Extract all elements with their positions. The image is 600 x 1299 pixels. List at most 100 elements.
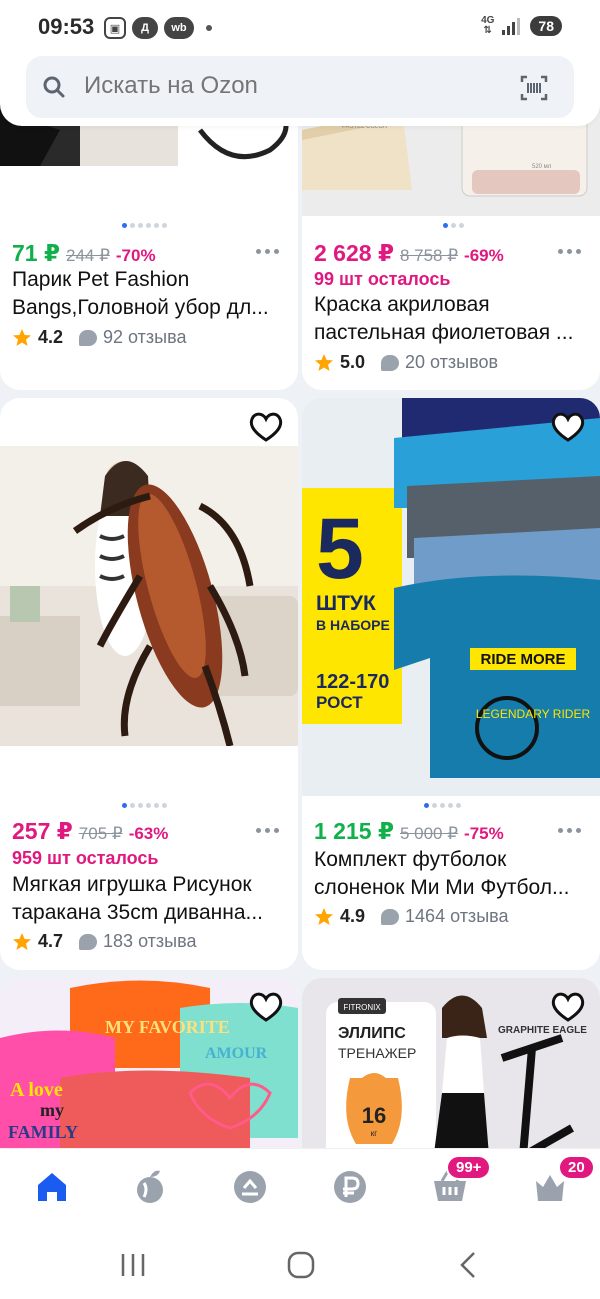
screenshot-icon: ▣ xyxy=(104,17,126,39)
stock-remaining: 959 шт осталось xyxy=(12,848,159,868)
stock-remaining: 99 шт осталось xyxy=(314,269,451,289)
more-options-icon[interactable] xyxy=(558,826,584,834)
more-options-icon[interactable] xyxy=(256,247,282,255)
wb-icon: wb xyxy=(164,17,194,39)
discount: -69% xyxy=(464,246,504,265)
kids-text-1: A love xyxy=(10,1079,63,1101)
rating-row: 5.0 20 отзывов xyxy=(314,352,498,373)
old-price: 8 758 ₽ xyxy=(399,246,459,265)
star-icon xyxy=(315,907,333,925)
price: 1 215 ₽ xyxy=(314,818,394,844)
kids-shirt3-text: MY FAVORITE xyxy=(105,1017,230,1037)
shirt-print: RIDE MORE xyxy=(480,651,565,668)
ellipse-subtitle: ТРЕНАЖЕР xyxy=(338,1045,416,1061)
system-navigation xyxy=(0,1232,600,1299)
star-icon xyxy=(13,932,31,950)
search-bar[interactable] xyxy=(26,56,574,118)
product-title: Комплект футболок слоненок Ми Ми Футбол.… xyxy=(314,848,570,899)
heart-icon[interactable] xyxy=(550,990,586,1024)
image-pager xyxy=(122,223,167,228)
more-options-icon[interactable] xyxy=(256,826,282,834)
discount: -63% xyxy=(128,824,169,843)
search-icon xyxy=(43,76,65,98)
reviews-icon xyxy=(381,354,400,371)
fresh-icon[interactable] xyxy=(130,1167,170,1207)
product-card[interactable]: 257 ₽ 705 ₽ -63% 959 шт осталось Мягкая … xyxy=(0,398,298,970)
favorites-icon[interactable] xyxy=(230,1167,270,1207)
banner-sizes-label: РОСТ xyxy=(316,693,363,712)
product-title: Краска акриловая пастельная фиолетовая .… xyxy=(314,293,574,344)
ellipse-model: GRAPHITE EAGLE xyxy=(498,1025,587,1036)
price-row: 257 ₽ 705 ₽ -63% xyxy=(12,818,168,845)
paint-volume: 520 мл xyxy=(532,164,552,170)
rating-row: 4.2 92 отзыва xyxy=(12,327,186,348)
notification-icons: ▣ Д wb xyxy=(104,17,212,39)
barcode-scan-icon[interactable] xyxy=(520,74,548,102)
finance-icon[interactable] xyxy=(330,1167,370,1207)
back-icon[interactable] xyxy=(455,1250,485,1280)
battery-indicator: 78 xyxy=(530,16,562,36)
status-bar: 09:53 ▣ Д wb 4G ⇅ 78 xyxy=(0,0,600,56)
kids-shirt2-text: AMOUR xyxy=(205,1045,268,1062)
image-pager xyxy=(122,803,167,808)
reviews-count: 183 отзыва xyxy=(103,931,197,951)
bottom-navigation: 99+ 20 xyxy=(0,1148,600,1232)
more-notifications-icon xyxy=(206,25,212,31)
rating-row: 4.7 183 отзыва xyxy=(12,931,197,952)
rating-value: 4.7 xyxy=(38,931,64,951)
product-title: Мягкая игрушка Рисунок таракана 35cm див… xyxy=(12,873,264,924)
discount: -75% xyxy=(464,824,504,843)
reviews-count: 92 отзыва xyxy=(103,327,187,347)
star-icon xyxy=(315,353,333,371)
star-icon xyxy=(13,328,31,346)
svg-text:ШТУК: ШТУК xyxy=(316,592,376,615)
price-row: 1 215 ₽ 5 000 ₽ -75% xyxy=(314,818,504,845)
price-row: 2 628 ₽ 8 758 ₽ -69% xyxy=(314,240,504,267)
rating-value: 5.0 xyxy=(340,352,366,372)
recent-apps-icon[interactable] xyxy=(118,1250,148,1280)
banner-sizes: 122-170 xyxy=(316,671,389,693)
rating-value: 4.2 xyxy=(38,327,64,347)
svg-text:В НАБОРЕ: В НАБОРЕ xyxy=(316,617,390,633)
reviews-icon xyxy=(79,329,98,346)
old-price: 705 ₽ xyxy=(78,824,123,843)
home-icon[interactable] xyxy=(32,1167,72,1207)
kids-text-3: FAMILY xyxy=(8,1122,78,1142)
network-type: 4G ⇅ xyxy=(481,15,495,36)
home-button-icon[interactable] xyxy=(286,1250,316,1280)
kids-text-2: my xyxy=(40,1100,64,1120)
signal-icon xyxy=(502,17,522,35)
heart-icon[interactable] xyxy=(248,410,284,444)
more-options-icon[interactable] xyxy=(558,247,584,255)
weight-value: 16 xyxy=(362,1103,386,1128)
price-row: 71 ₽ 244 ₽ -70% xyxy=(12,240,156,267)
image-pager xyxy=(443,223,464,228)
ellipse-title: ЭЛЛИПС xyxy=(338,1025,406,1042)
old-price: 5 000 ₽ xyxy=(399,824,459,843)
price: 257 ₽ xyxy=(12,818,73,844)
product-title: Парик Pet Fashion Bangs,Головной убор дл… xyxy=(12,268,269,319)
rating-row: 4.9 1464 отзыва xyxy=(314,906,509,927)
rating-value: 4.9 xyxy=(340,906,366,926)
product-image xyxy=(0,446,298,746)
price: 2 628 ₽ xyxy=(314,240,394,266)
banner-count: 5 xyxy=(316,501,364,597)
product-card[interactable]: FITRONIX ЭЛЛИПС ТРЕНАЖЕР 16 кг GRAPHITE … xyxy=(302,978,600,1168)
search-input[interactable] xyxy=(84,72,504,100)
ellipse-brand: FITRONIX xyxy=(343,1003,381,1012)
status-time: 09:53 xyxy=(38,14,95,39)
shirt-subprint: LEGENDARY RIDER xyxy=(476,707,591,721)
heart-icon[interactable] xyxy=(248,990,284,1024)
weight-unit: кг xyxy=(371,1129,378,1138)
product-card[interactable]: RIDE MORE LEGENDARY RIDER 5 ШТУК В НАБОР… xyxy=(302,398,600,970)
profile-badge: 20 xyxy=(558,1155,595,1180)
price: 71 ₽ xyxy=(12,240,60,266)
reviews-count: 20 отзывов xyxy=(405,352,499,372)
image-pager xyxy=(424,803,461,808)
reviews-count: 1464 отзыва xyxy=(405,906,509,926)
reviews-icon xyxy=(381,908,400,925)
product-card[interactable]: MY FAVORITE AMOUR A love my FAMILY xyxy=(0,978,298,1168)
d-icon: Д xyxy=(132,17,158,39)
product-image: RIDE MORE LEGENDARY RIDER 5 ШТУК В НАБОР… xyxy=(302,398,600,796)
heart-icon[interactable] xyxy=(550,410,586,444)
